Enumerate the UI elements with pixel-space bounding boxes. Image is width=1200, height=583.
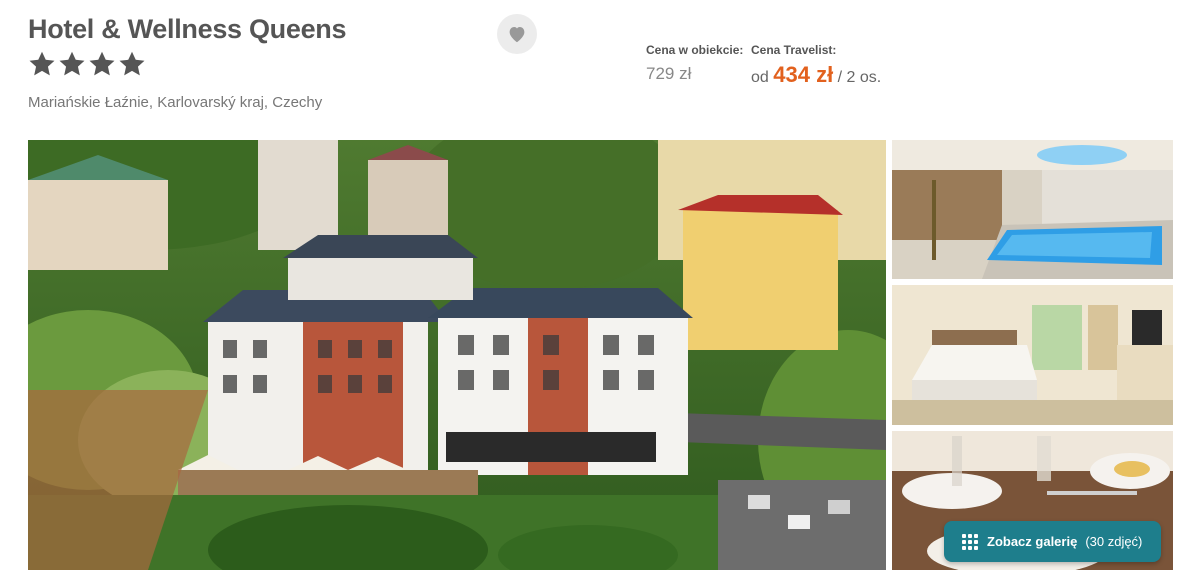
onsite-price-value: 729 zł — [646, 64, 692, 83]
view-gallery-button[interactable]: Zobacz galerię (30 zdjęć) — [944, 521, 1161, 562]
heart-icon — [509, 27, 525, 43]
hotel-location: Mariańskie Łaźnie, Karlovarský kraj, Cze… — [28, 94, 323, 111]
star-rating — [28, 50, 146, 78]
gallery-photo-count: (30 zdjęć) — [1085, 534, 1143, 549]
thumbnail-bedroom[interactable] — [892, 285, 1173, 425]
star-icon — [59, 51, 85, 76]
travelist-price-per: / 2 os. — [837, 69, 882, 86]
star-icon — [29, 51, 55, 76]
travelist-price-prefix: od — [751, 69, 769, 86]
travelist-price-value: 434 zł — [773, 62, 834, 87]
travelist-price-label: Cena Travelist: — [751, 43, 837, 57]
favorite-button[interactable] — [497, 14, 537, 54]
onsite-price: Cena w obiekcie: 729 zł — [646, 43, 743, 84]
onsite-price-label: Cena w obiekcie: — [646, 43, 744, 57]
main-photo-hotel-exterior[interactable] — [28, 140, 886, 570]
star-icon — [119, 51, 145, 76]
hotel-name: Hotel & Wellness Queens — [28, 14, 347, 44]
grid-icon — [962, 533, 978, 550]
travelist-price: Cena Travelist: od 434 zł / 2 os. — [751, 43, 881, 88]
hotel-offer-header: Hotel & Wellness Queens Mariańskie Łaźni… — [0, 0, 1200, 583]
star-icon — [89, 51, 115, 76]
view-gallery-label: Zobacz galerię — [987, 534, 1078, 549]
photo-gallery — [28, 140, 1173, 570]
thumbnail-pool[interactable] — [892, 140, 1173, 279]
